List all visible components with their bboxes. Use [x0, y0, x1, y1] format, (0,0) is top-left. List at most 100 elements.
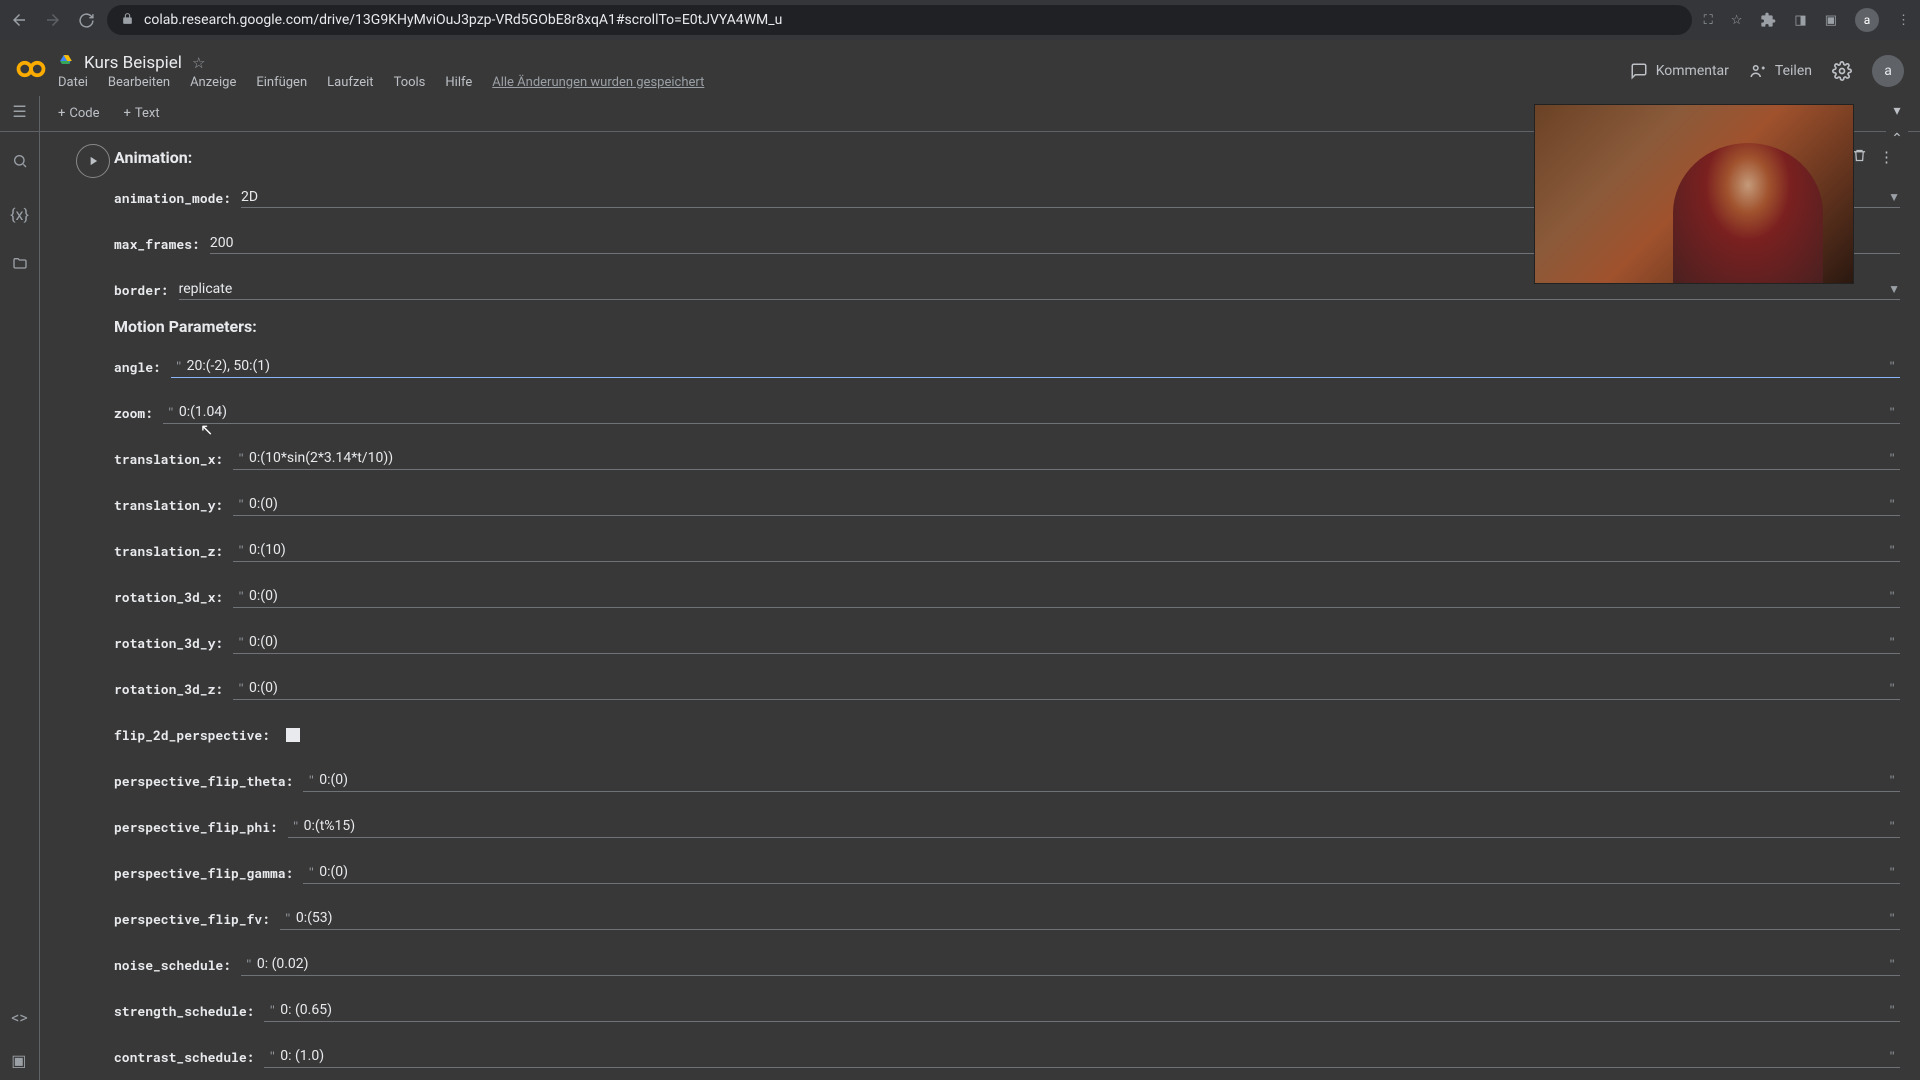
translate-icon[interactable]: ⛶	[1704, 13, 1713, 28]
input-contrast_schedule[interactable]	[280, 1048, 1884, 1064]
comment-button[interactable]: Kommentar	[1630, 62, 1729, 80]
delete-cell-icon[interactable]	[1852, 148, 1867, 167]
field-wrap: ""	[233, 449, 1900, 470]
browser-avatar[interactable]: a	[1855, 8, 1879, 32]
param-label: translation_y:	[114, 496, 223, 514]
input-perspective_flip_phi[interactable]	[304, 818, 1885, 834]
add-code-button[interactable]: + Code	[50, 102, 108, 125]
quote-icon: "	[241, 955, 257, 973]
field-wrap: ""	[241, 955, 1900, 976]
search-icon[interactable]	[12, 153, 28, 173]
input-perspective_flip_theta[interactable]	[319, 772, 1884, 788]
header-right: Kommentar Teilen a	[1630, 55, 1904, 87]
url-bar[interactable]: colab.research.google.com/drive/13G9KHyM…	[107, 5, 1692, 35]
url-text: colab.research.google.com/drive/13G9KHyM…	[144, 12, 782, 28]
settings-icon[interactable]	[1832, 61, 1852, 81]
quote-icon: "	[303, 771, 319, 789]
param-label: animation_mode:	[114, 189, 231, 207]
panel-icon[interactable]: ▣	[1825, 13, 1837, 28]
section-motion: Motion Parameters:	[114, 317, 1900, 336]
input-noise_schedule[interactable]	[257, 956, 1884, 972]
menu-tools[interactable]: Tools	[394, 75, 426, 90]
chevron-down-icon[interactable]: ▼	[1888, 190, 1900, 204]
input-perspective_flip_fv[interactable]	[296, 910, 1884, 926]
field-wrap: ""	[233, 541, 1900, 562]
menu-file[interactable]: Datei	[58, 75, 88, 90]
browser-menu-icon[interactable]: ⋮	[1897, 13, 1910, 28]
quote-icon: "	[163, 403, 179, 421]
reload-icon[interactable]	[78, 12, 95, 29]
input-rotation_3d_x[interactable]	[249, 588, 1884, 604]
quote-icon: "	[280, 909, 296, 927]
param-angle: angle:""	[114, 348, 1900, 386]
input-rotation_3d_z[interactable]	[249, 680, 1884, 696]
input-zoom[interactable]	[179, 404, 1884, 420]
terminal-icon[interactable]: ▣	[11, 1051, 28, 1070]
param-perspective_flip_gamma: perspective_flip_gamma: ""	[114, 854, 1900, 892]
quote-icon: "	[1884, 357, 1900, 375]
menu-runtime[interactable]: Laufzeit	[327, 75, 373, 90]
input-translation_z[interactable]	[249, 542, 1884, 558]
input-translation_x[interactable]	[249, 450, 1884, 466]
run-cell-button[interactable]	[76, 144, 110, 178]
nav-icons	[10, 11, 95, 29]
incognito-icon[interactable]: ◨	[1794, 13, 1806, 28]
input-strength_schedule[interactable]	[280, 1002, 1884, 1018]
quote-icon: "	[264, 1001, 280, 1019]
param-label: rotation_3d_z:	[114, 680, 223, 698]
menu-edit[interactable]: Bearbeiten	[108, 75, 170, 90]
param-rotation_3d_y: rotation_3d_y:""	[114, 624, 1900, 662]
collapse-icon[interactable]: ⌃	[1886, 128, 1908, 150]
share-button[interactable]: Teilen	[1749, 62, 1812, 80]
param-translation_x: translation_x: ""	[114, 440, 1900, 478]
param-label: max_frames:	[114, 235, 200, 253]
chevron-down-icon[interactable]: ▼	[1888, 282, 1900, 296]
quote-icon: "	[233, 587, 249, 605]
star-icon[interactable]: ☆	[1731, 13, 1743, 28]
param-label: zoom:	[114, 404, 153, 422]
input-rotation_3d_y[interactable]	[249, 634, 1884, 650]
forward-icon[interactable]	[44, 11, 62, 29]
field-wrap: ""	[264, 1001, 1900, 1022]
param-perspective_flip_phi: perspective_flip_phi:""	[114, 808, 1900, 846]
save-status[interactable]: Alle Änderungen wurden gespeichert	[492, 75, 704, 90]
menu-view[interactable]: Anzeige	[190, 75, 236, 90]
favorite-star-icon[interactable]: ☆	[192, 54, 205, 72]
user-avatar[interactable]: a	[1872, 55, 1904, 87]
colab-logo-icon[interactable]	[16, 54, 46, 88]
quote-icon: "	[1884, 863, 1900, 881]
field-wrap: ""	[233, 495, 1900, 516]
quote-icon: "	[288, 817, 304, 835]
title-block: Kurs Beispiel ☆ Datei Bearbeiten Anzeige…	[58, 53, 704, 90]
param-label: flip_2d_perspective:	[114, 726, 270, 744]
extensions-icon[interactable]	[1760, 12, 1776, 28]
connect-dropdown-icon[interactable]: ▾	[1886, 100, 1908, 122]
param-perspective_flip_theta: perspective_flip_theta:""	[114, 762, 1900, 800]
code-snippets-icon[interactable]: <>	[11, 1008, 28, 1027]
param-label: translation_x:	[114, 450, 223, 468]
input-translation_y[interactable]	[249, 496, 1884, 512]
quote-icon: "	[1884, 1001, 1900, 1019]
param-label: noise_schedule:	[114, 956, 231, 974]
param-label: translation_z:	[114, 542, 223, 560]
param-label: perspective_flip_gamma:	[114, 864, 293, 882]
files-icon[interactable]	[12, 256, 28, 276]
notebook-title[interactable]: Kurs Beispiel	[84, 53, 182, 73]
param-translation_z: translation_z: ""	[114, 532, 1900, 570]
input-angle[interactable]	[187, 358, 1885, 374]
back-icon[interactable]	[10, 11, 28, 29]
checkbox-flip_2d_perspective[interactable]	[286, 728, 300, 742]
menu-help[interactable]: Hilfe	[445, 75, 472, 90]
menu-insert[interactable]: Einfügen	[256, 75, 307, 90]
toc-icon[interactable]: ☰	[12, 102, 26, 121]
variables-icon[interactable]: {x}	[10, 205, 29, 224]
add-text-button[interactable]: + Text	[116, 102, 168, 125]
quote-icon: "	[1884, 955, 1900, 973]
cell-menu-icon[interactable]: ⋮	[1879, 148, 1894, 167]
quote-icon: "	[1884, 633, 1900, 651]
quote-icon: "	[264, 1047, 280, 1065]
input-perspective_flip_gamma[interactable]	[319, 864, 1884, 880]
param-label: perspective_flip_theta:	[114, 772, 293, 790]
field-wrap: ""	[303, 863, 1900, 884]
quote-icon: "	[233, 679, 249, 697]
